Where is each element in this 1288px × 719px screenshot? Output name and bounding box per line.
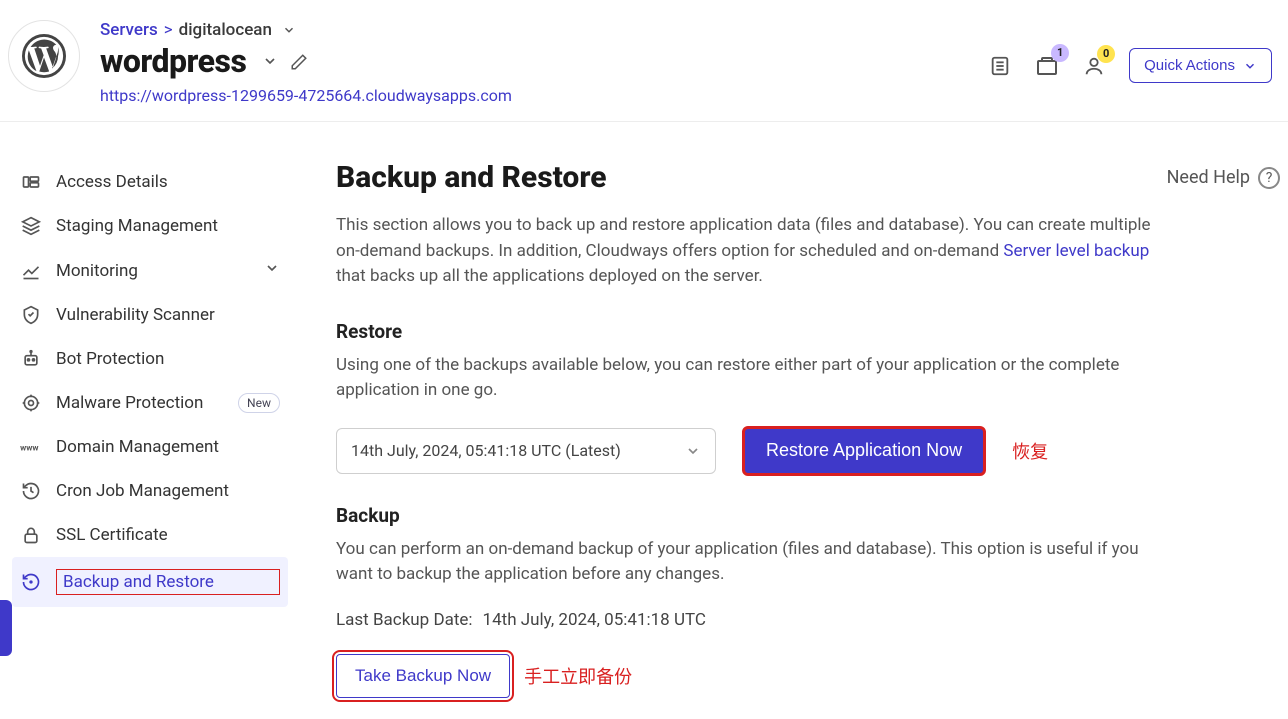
shield-icon <box>20 305 42 325</box>
chart-icon <box>20 261 42 281</box>
page-title: Backup and Restore <box>336 160 1167 195</box>
sidebar-item-monitoring[interactable]: Monitoring <box>12 248 288 293</box>
account-badge: 0 <box>1097 45 1115 63</box>
sidebar-item-bot-protection[interactable]: Bot Protection <box>12 337 288 381</box>
projects-badge: 1 <box>1051 44 1069 62</box>
bot-icon <box>20 349 42 369</box>
help-icon: ? <box>1258 167 1280 189</box>
backup-description: You can perform an on-demand backup of y… <box>336 537 1156 588</box>
breadcrumb-server[interactable]: digitalocean <box>179 20 272 40</box>
app-url-link[interactable]: https://wordpress-1299659-4725664.cloudw… <box>100 86 512 105</box>
sidebar-item-label: Staging Management <box>56 216 280 236</box>
svg-text:www: www <box>20 443 38 453</box>
backup-select[interactable]: 14th July, 2024, 05:41:18 UTC (Latest) <box>336 428 716 474</box>
chevron-down-icon[interactable] <box>282 22 296 38</box>
breadcrumb-sep: > <box>164 20 173 40</box>
edit-pencil-icon[interactable] <box>290 51 308 71</box>
layers-icon <box>20 216 42 236</box>
backup-select-value: 14th July, 2024, 05:41:18 UTC (Latest) <box>351 441 621 460</box>
chevron-down-icon <box>685 443 701 459</box>
history-icon <box>20 481 42 501</box>
account-icon[interactable]: 0 <box>1083 55 1105 77</box>
app-title: wordpress <box>100 42 246 80</box>
chevron-down-icon <box>1243 59 1257 73</box>
sidebar-item-label: Bot Protection <box>56 349 280 369</box>
take-backup-button[interactable]: Take Backup Now <box>336 654 510 698</box>
sidebar-item-label: Access Details <box>56 172 280 192</box>
new-badge: New <box>238 393 280 413</box>
breadcrumb-servers-link[interactable]: Servers <box>100 20 158 40</box>
sidebar-item-label: Domain Management <box>56 437 280 457</box>
backup-heading: Backup <box>336 504 1280 527</box>
app-logo <box>8 20 80 92</box>
sidebar-item-ssl[interactable]: SSL Certificate <box>12 513 288 557</box>
app-switch-chevron-icon[interactable] <box>262 53 278 69</box>
sidebar: Access Details Staging Management Monito… <box>0 122 296 706</box>
sidebar-item-label: Backup and Restore <box>56 569 280 595</box>
target-icon <box>20 393 42 413</box>
key-icon <box>20 172 42 192</box>
sidebar-item-staging[interactable]: Staging Management <box>12 204 288 248</box>
sidebar-item-label: Malware Protection <box>56 393 224 413</box>
backup-annotation: 手工立即备份 <box>524 663 632 689</box>
sidebar-item-label: Monitoring <box>56 261 250 281</box>
sidebar-item-label: SSL Certificate <box>56 525 280 545</box>
server-level-backup-link[interactable]: Server level backup <box>1003 241 1149 261</box>
sidebar-item-access-details[interactable]: Access Details <box>12 160 288 204</box>
sidebar-item-domain[interactable]: www Domain Management <box>12 425 288 469</box>
restore-description: Using one of the backups available below… <box>336 353 1156 404</box>
sidebar-item-vulnerability[interactable]: Vulnerability Scanner <box>12 293 288 337</box>
main-content: Backup and Restore Need Help ? This sect… <box>296 122 1288 706</box>
restore-icon <box>20 572 42 592</box>
side-handle[interactable] <box>0 600 12 656</box>
quick-actions-button[interactable]: Quick Actions <box>1129 48 1272 83</box>
sidebar-item-label: Vulnerability Scanner <box>56 305 280 325</box>
chevron-down-icon <box>264 260 280 281</box>
last-backup-label: Last Backup Date: <box>336 610 473 630</box>
last-backup-value: 14th July, 2024, 05:41:18 UTC <box>483 610 706 630</box>
sidebar-item-backup-restore[interactable]: Backup and Restore <box>12 557 288 607</box>
need-help-link[interactable]: Need Help ? <box>1167 167 1280 189</box>
quick-actions-label: Quick Actions <box>1144 57 1235 74</box>
projects-icon[interactable]: 1 <box>1035 54 1059 78</box>
restore-application-button[interactable]: Restore Application Now <box>744 428 984 474</box>
breadcrumb: Servers > digitalocean <box>100 20 989 40</box>
lock-icon <box>20 525 42 545</box>
www-icon: www <box>20 437 42 457</box>
restore-heading: Restore <box>336 320 1280 343</box>
sidebar-item-cron[interactable]: Cron Job Management <box>12 469 288 513</box>
sidebar-item-malware[interactable]: Malware Protection New <box>12 381 288 425</box>
page-header: Servers > digitalocean wordpress https:/… <box>0 0 1288 122</box>
sidebar-item-label: Cron Job Management <box>56 481 280 501</box>
restore-annotation: 恢复 <box>1012 438 1048 464</box>
wordpress-icon <box>22 34 66 78</box>
need-help-label: Need Help <box>1167 167 1250 188</box>
page-description: This section allows you to back up and r… <box>336 213 1176 290</box>
server-list-icon[interactable] <box>989 55 1011 77</box>
